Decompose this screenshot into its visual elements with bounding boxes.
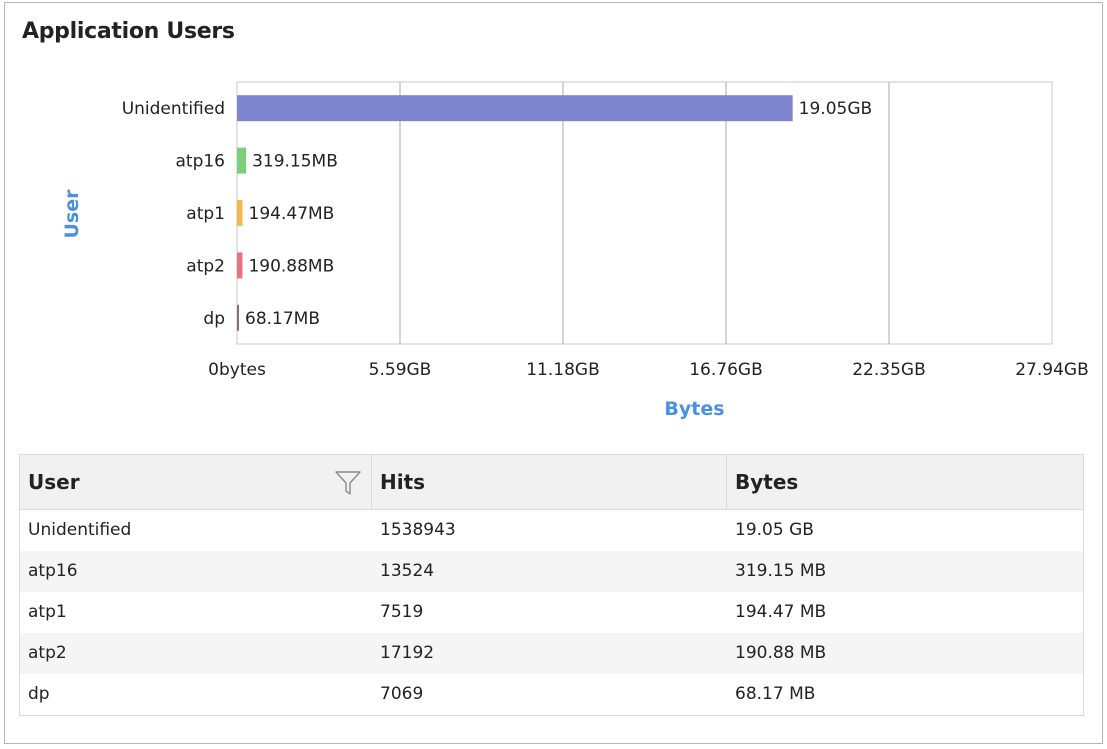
table-row[interactable]: atp1 7519 194.47 MB <box>20 592 1083 633</box>
column-header-hits[interactable]: Hits <box>372 455 727 509</box>
cell-hits: 1538943 <box>380 520 456 540</box>
bar-chart: 0bytes 5.59GB 11.18GB 16.76GB 22.35GB 27.94GB… <box>61 81 1089 420</box>
x-tick-label: 11.18GB <box>526 360 600 380</box>
plot-area <box>236 81 1053 345</box>
cell-user: Unidentified <box>28 520 132 540</box>
y-category-label: atp16 <box>175 152 225 172</box>
cell-bytes: 68.17 MB <box>735 684 816 704</box>
cell-hits: 7069 <box>380 684 424 704</box>
cell-bytes: 194.47 MB <box>735 602 827 622</box>
data-label: 19.05GB <box>799 99 873 119</box>
x-tick-label: 22.35GB <box>852 360 926 380</box>
column-header-bytes[interactable]: Bytes <box>727 455 1083 509</box>
cell-hits: 7519 <box>380 602 424 622</box>
cell-user: atp1 <box>28 602 67 622</box>
users-table: User Hits Bytes Unidentified 1538943 19.05… <box>19 454 1084 716</box>
cell-user: dp <box>28 684 50 704</box>
column-header-user-label: User <box>28 470 80 494</box>
cell-bytes: 19.05 GB <box>735 520 814 540</box>
cell-bytes: 190.88 MB <box>735 643 827 663</box>
cell-bytes: 319.15 MB <box>735 561 827 581</box>
y-category-label: atp2 <box>186 256 225 276</box>
table-row[interactable]: Unidentified 1538943 19.05 GB <box>20 510 1083 551</box>
cell-hits: 17192 <box>380 643 435 663</box>
data-label: 194.47MB <box>249 204 335 224</box>
table-row[interactable]: atp16 13524 319.15 MB <box>20 551 1083 592</box>
cell-user: atp2 <box>28 643 67 663</box>
x-axis-title: Bytes <box>664 398 724 420</box>
bar <box>237 95 793 122</box>
y-axis-title: User <box>61 189 83 239</box>
data-label: 68.17MB <box>245 309 320 329</box>
table-row[interactable]: atp2 17192 190.88 MB <box>20 633 1083 674</box>
bar <box>237 147 247 174</box>
y-category-label: atp1 <box>186 204 225 224</box>
data-label: 319.15MB <box>252 152 338 172</box>
bar <box>237 252 243 279</box>
column-header-user[interactable]: User <box>20 455 372 509</box>
data-label: 190.88MB <box>248 256 334 276</box>
table-row[interactable]: dp 7069 68.17 MB <box>20 674 1083 715</box>
bar <box>237 304 239 331</box>
y-category-label: dp <box>203 309 225 329</box>
x-tick-label: 5.59GB <box>369 360 432 380</box>
table-body: Unidentified 1538943 19.05 GB atp16 13524 319… <box>20 510 1083 715</box>
x-tick-label: 27.94GB <box>1015 360 1089 380</box>
cell-user: atp16 <box>28 561 78 581</box>
y-category-label: Unidentified <box>122 99 225 119</box>
x-tick-label: 0bytes <box>208 360 266 380</box>
table-header: User Hits Bytes <box>20 455 1083 510</box>
filter-icon[interactable] <box>335 471 361 495</box>
bar <box>237 200 243 226</box>
cell-hits: 13524 <box>380 561 435 581</box>
x-tick-label: 16.76GB <box>689 360 763 380</box>
